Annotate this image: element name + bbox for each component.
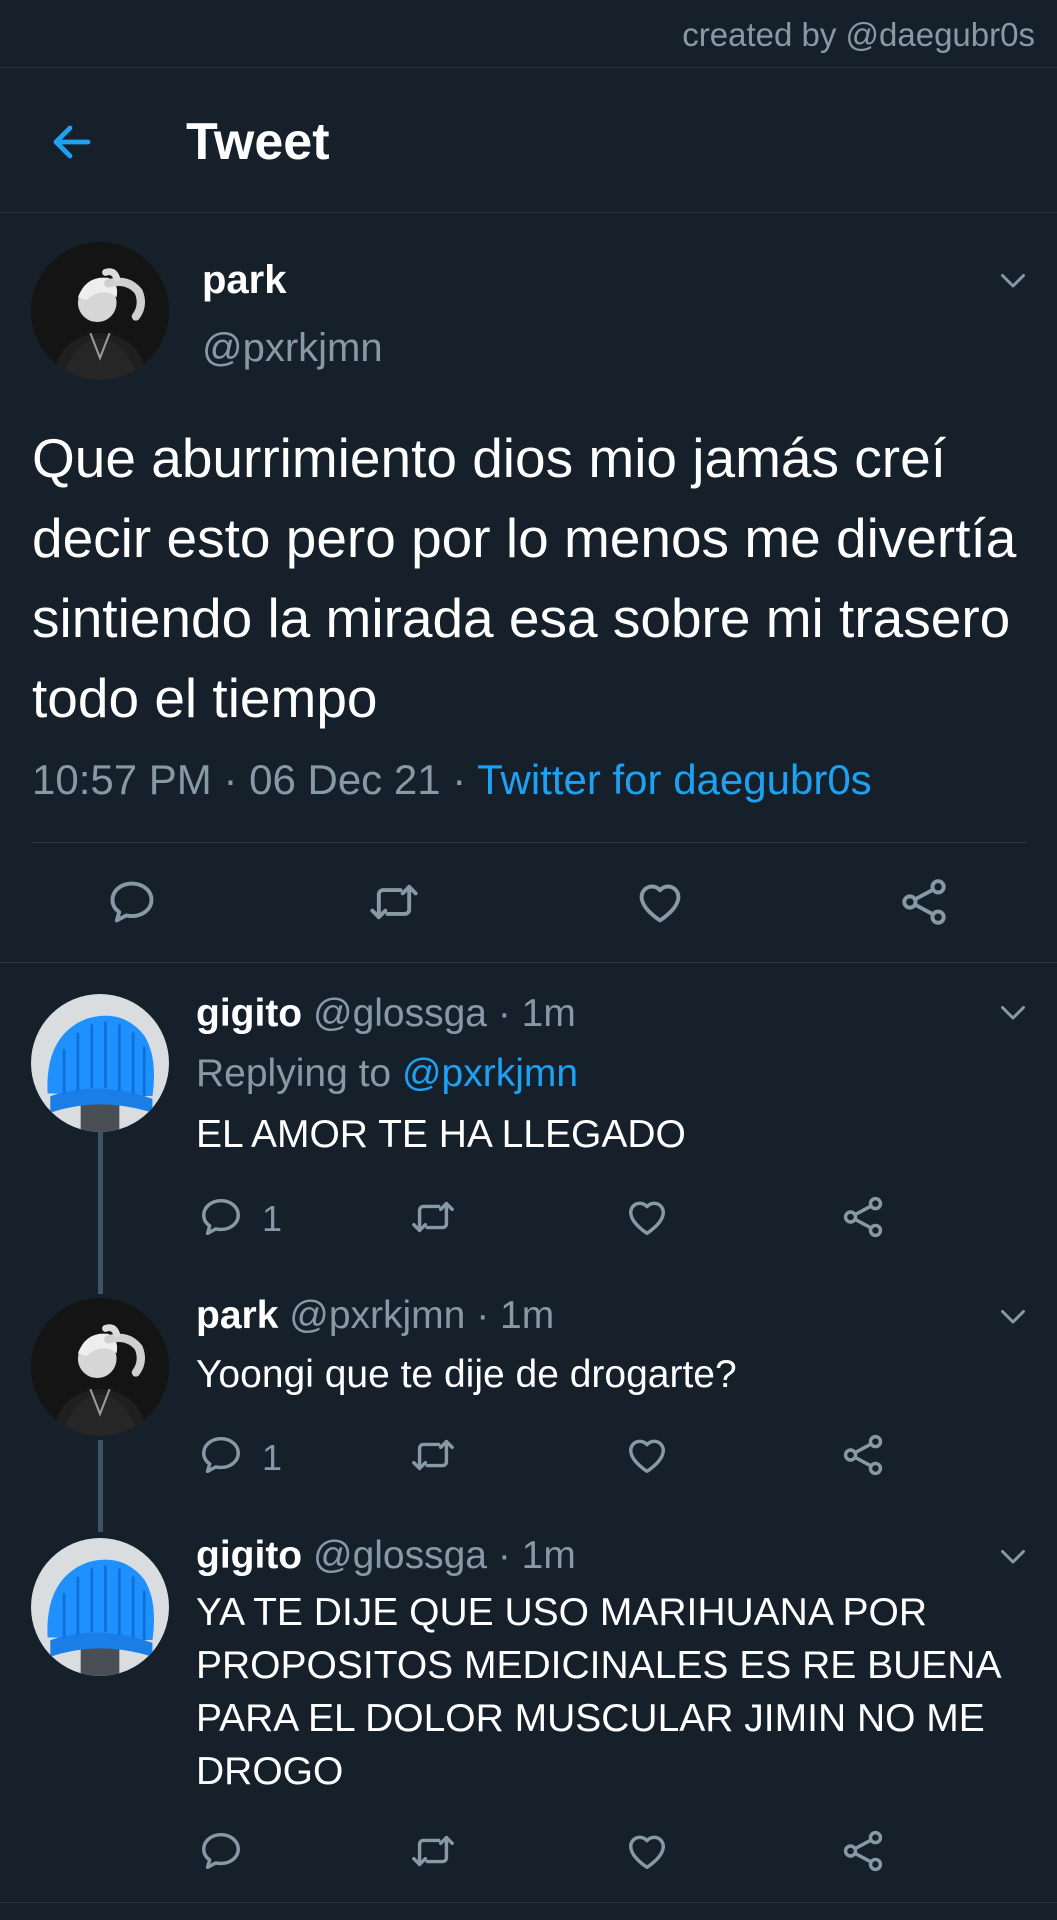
retweet-icon[interactable] bbox=[410, 1194, 456, 1240]
tweet-text: Que aburrimiento dios mio jamás creí dec… bbox=[32, 427, 1017, 729]
tweet-time: 10:57 PM bbox=[32, 756, 212, 803]
tweet-meta: 10:57 PM · 06 Dec 21 · Twitter for daegu… bbox=[32, 756, 872, 804]
reply-text: Yoongi que te dije de drogarte? bbox=[196, 1353, 737, 1396]
chevron-down-icon[interactable] bbox=[995, 262, 1031, 298]
reply-author-handle[interactable]: @glossga bbox=[313, 1534, 487, 1577]
reply-text: YA TE DIJE QUE USO MARIHUANA POR PROPOSI… bbox=[196, 1591, 1000, 1793]
share-icon[interactable] bbox=[898, 876, 950, 928]
reply-author-name[interactable]: park bbox=[196, 1294, 278, 1337]
speech-bubble-icon[interactable] bbox=[198, 1432, 244, 1478]
reply-text: EL AMOR TE HA LLEGADO bbox=[196, 1113, 686, 1156]
reply-count: 1 bbox=[262, 1437, 283, 1478]
chevron-down-icon[interactable] bbox=[995, 1538, 1031, 1574]
reply-author-handle[interactable]: @pxrkjmn bbox=[289, 1294, 465, 1337]
thread-line bbox=[98, 1440, 103, 1532]
author-handle[interactable]: @pxrkjmn bbox=[202, 326, 383, 371]
speech-bubble-icon[interactable] bbox=[198, 1828, 244, 1874]
heart-icon[interactable] bbox=[624, 1432, 670, 1478]
tweet-source[interactable]: Twitter for daegubr0s bbox=[477, 756, 872, 803]
reply-count: 1 bbox=[262, 1198, 283, 1239]
share-icon[interactable] bbox=[840, 1432, 886, 1478]
page-title: Tweet bbox=[186, 113, 330, 171]
speech-bubble-icon[interactable] bbox=[198, 1194, 244, 1240]
reply-header: park @pxrkjmn · 1m bbox=[196, 1294, 554, 1338]
avatar[interactable] bbox=[31, 1298, 169, 1436]
speech-bubble-icon[interactable] bbox=[106, 876, 158, 928]
reply-author-handle[interactable]: @glossga bbox=[313, 992, 487, 1035]
author-name[interactable]: park bbox=[202, 258, 287, 303]
meta-separator: · bbox=[223, 756, 250, 803]
share-icon[interactable] bbox=[840, 1194, 886, 1240]
credit-bar: created by @daegubr0s bbox=[0, 0, 1057, 68]
avatar[interactable] bbox=[31, 242, 169, 380]
reply-separator: · bbox=[497, 1534, 522, 1577]
reply-separator: · bbox=[497, 992, 522, 1035]
creator-credit: created by @daegubr0s bbox=[682, 16, 1035, 53]
reply-author-name[interactable]: gigito bbox=[196, 992, 302, 1035]
heart-icon[interactable] bbox=[634, 876, 686, 928]
retweet-icon[interactable] bbox=[368, 876, 420, 928]
thread-line bbox=[98, 1132, 103, 1294]
reply-author-name[interactable]: gigito bbox=[196, 1534, 302, 1577]
reply-header: gigito @glossga · 1m bbox=[196, 992, 576, 1036]
avatar[interactable] bbox=[31, 1538, 169, 1676]
chevron-down-icon[interactable] bbox=[995, 994, 1031, 1030]
heart-icon[interactable] bbox=[624, 1194, 670, 1240]
reply-age: 1m bbox=[500, 1294, 555, 1337]
reply-age: 1m bbox=[521, 992, 576, 1035]
share-icon[interactable] bbox=[840, 1828, 886, 1874]
avatar[interactable] bbox=[31, 994, 169, 1132]
replying-to-mention[interactable]: @pxrkjmn bbox=[402, 1052, 578, 1095]
arrow-left-icon[interactable] bbox=[48, 118, 96, 166]
divider bbox=[32, 842, 1026, 843]
meta-separator: · bbox=[452, 756, 478, 803]
retweet-icon[interactable] bbox=[410, 1432, 456, 1478]
reply-age: 1m bbox=[521, 1534, 576, 1577]
app-header: Tweet bbox=[0, 68, 1057, 213]
replying-to-label: Replying to bbox=[196, 1052, 392, 1095]
divider bbox=[0, 1902, 1057, 1903]
reply-separator: · bbox=[476, 1294, 501, 1337]
tweet-date: 06 Dec 21 bbox=[249, 756, 441, 803]
chevron-down-icon[interactable] bbox=[995, 1298, 1031, 1334]
divider bbox=[0, 962, 1057, 963]
heart-icon[interactable] bbox=[624, 1828, 670, 1874]
reply-header: gigito @glossga · 1m bbox=[196, 1534, 576, 1578]
retweet-icon[interactable] bbox=[410, 1828, 456, 1874]
replying-to: Replying to @pxrkjmn bbox=[196, 1052, 578, 1096]
